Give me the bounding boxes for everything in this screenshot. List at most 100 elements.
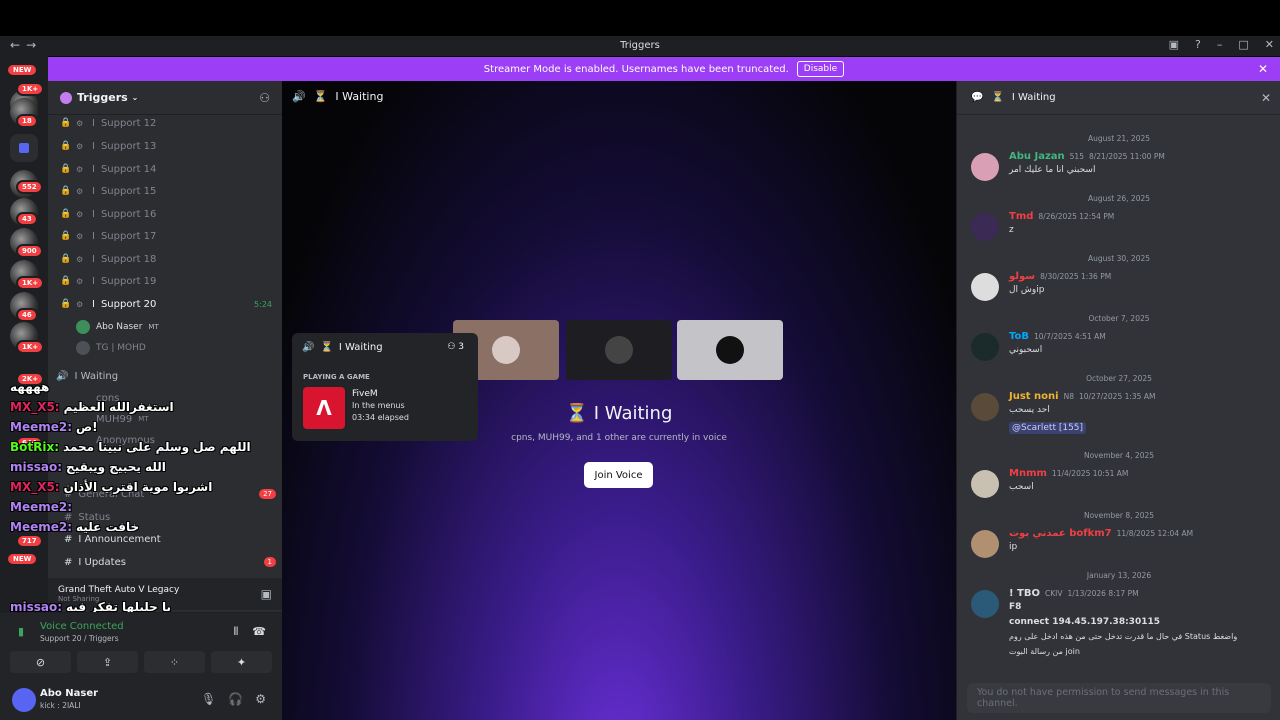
voice-user[interactable]: Abo Naser MT xyxy=(76,317,159,337)
avatar[interactable] xyxy=(971,333,999,361)
participant-tile[interactable] xyxy=(677,320,783,380)
hourglass-icon: ⏳ xyxy=(565,403,594,424)
voice-icon: 🔊 xyxy=(292,90,306,103)
soundboard-button[interactable]: ✦ xyxy=(211,651,272,673)
avatar xyxy=(76,341,90,355)
activities-button[interactable]: ⁘ xyxy=(144,651,205,673)
date-separator: October 7, 2025 xyxy=(1088,314,1150,323)
lock-icon: 🔒 xyxy=(60,141,72,151)
game-state: In the menus xyxy=(352,401,405,410)
server-badge: 43 xyxy=(16,212,38,226)
channel-icon: ⚙ xyxy=(76,276,84,286)
user-panel: Abo Naser kick : 2IALI 🎙 🎧 ⚙ xyxy=(0,682,282,720)
share-screen-button[interactable]: ⇪ xyxy=(77,651,138,673)
minimize-button[interactable]: – xyxy=(1217,38,1223,51)
server-header[interactable]: Triggers ⌄ ⚇ xyxy=(48,81,282,115)
hash-icon: # xyxy=(64,511,73,523)
close-banner-icon[interactable]: ✕ xyxy=(1258,62,1268,76)
channel-icon: ⚙ xyxy=(76,299,84,309)
avatar xyxy=(76,320,90,334)
channel-icon: ⚙ xyxy=(76,254,84,264)
chat-header: 💬 ⏳ I Waiting ✕ xyxy=(957,81,1280,115)
hash-icon: # xyxy=(64,556,73,568)
close-button[interactable]: ✕ xyxy=(1265,38,1274,51)
banner-text: Streamer Mode is enabled. Usernames have… xyxy=(483,63,789,75)
user-status: kick : 2IALI xyxy=(40,701,81,710)
voice-status[interactable]: Voice Connected xyxy=(40,621,124,632)
signal-icon: ▮ xyxy=(18,625,25,638)
channel-support-19[interactable]: 🔒 ⚙ I Support 19 xyxy=(56,271,276,291)
voice-user[interactable]: TG | MOHD xyxy=(76,338,146,358)
server-badge: 18 xyxy=(16,114,38,128)
disconnect-icon[interactable]: ☎ xyxy=(252,625,266,639)
channel-support-13[interactable]: 🔒 ⚙ I Support 13 xyxy=(56,136,276,156)
activity-label: PLAYING A GAME xyxy=(303,373,370,381)
date-separator: January 13, 2026 xyxy=(1086,571,1152,580)
screen-share-icon[interactable]: ▣ xyxy=(261,587,272,601)
avatar[interactable] xyxy=(971,590,999,618)
date-separator: August 30, 2025 xyxy=(1087,254,1151,263)
channel-support-20[interactable]: 🔒 ⚙ I Support 20 5:24 xyxy=(56,294,276,314)
avatar[interactable] xyxy=(971,213,999,241)
server-badge: 644 xyxy=(16,436,43,450)
avatar[interactable] xyxy=(971,273,999,301)
channel-icon: ⚙ xyxy=(76,231,84,241)
server-badge: 1K+ xyxy=(16,340,45,354)
hash-icon: # xyxy=(64,533,73,545)
help-icon[interactable]: ? xyxy=(1195,38,1201,51)
microphone-icon[interactable]: 🎙 xyxy=(201,692,216,706)
chat-title: I Waiting xyxy=(1011,92,1056,103)
noise-suppression-icon[interactable]: ⦀ xyxy=(233,625,238,639)
gear-icon[interactable]: ⚙ xyxy=(255,692,266,706)
avatar[interactable] xyxy=(12,688,36,712)
channel-announcement[interactable]: # I Announcement xyxy=(64,529,284,549)
channel-icon: ⚙ xyxy=(76,209,84,219)
fivem-icon: Λ xyxy=(303,387,345,429)
channel-support-14[interactable]: 🔒 ⚙ I Support 14 xyxy=(56,159,276,179)
avatar xyxy=(605,336,633,364)
username[interactable]: Abo Naser xyxy=(40,688,98,699)
server-badge: 1K+ xyxy=(16,82,45,96)
folder-icon[interactable] xyxy=(10,134,38,162)
channel-support-16[interactable]: 🔒 ⚙ I Support 16 xyxy=(56,204,276,224)
voice-timer: 5:24 xyxy=(254,299,272,309)
voice-location[interactable]: Support 20 / Triggers xyxy=(40,634,119,643)
unread-badge: 1 xyxy=(263,557,276,567)
channel-updates[interactable]: # I Updates 1 xyxy=(64,552,284,572)
close-icon[interactable]: ✕ xyxy=(1261,91,1271,105)
voice-connection-panel: ▮ Voice Connected Support 20 / Triggers … xyxy=(0,612,282,682)
lock-icon: 🔒 xyxy=(60,164,72,174)
channel-support-12[interactable]: 🔒 ⚙ I Support 12 xyxy=(56,113,276,133)
avatar xyxy=(716,336,744,364)
avatar[interactable] xyxy=(971,470,999,498)
avatar[interactable] xyxy=(971,153,999,181)
channel-i-waiting[interactable]: 🔊 I Waiting xyxy=(56,366,276,386)
camera-button[interactable]: ⊘ xyxy=(10,651,71,673)
lock-icon: 🔒 xyxy=(60,231,72,241)
channel-header: 🔊 ⏳ I Waiting xyxy=(292,90,383,103)
join-voice-button[interactable]: Join Voice xyxy=(584,462,653,488)
hourglass-icon: ⏳ xyxy=(991,92,1004,103)
voice-controls: ⦀ ☎ xyxy=(233,625,266,639)
lock-icon: 🔒 xyxy=(60,299,72,309)
channel-support-18[interactable]: 🔒 ⚙ I Support 18 xyxy=(56,249,276,269)
disable-button[interactable]: Disable xyxy=(796,61,845,77)
lock-icon: 🔒 xyxy=(60,254,72,264)
channel-general-chat[interactable]: # General Chat 27 xyxy=(64,484,284,504)
date-separator: October 27, 2025 xyxy=(1086,374,1152,383)
channel-icon: ⚙ xyxy=(76,141,84,151)
channel-support-15[interactable]: 🔒 ⚙ I Support 15 xyxy=(56,181,276,201)
server-icon xyxy=(60,91,72,104)
avatar[interactable] xyxy=(971,393,999,421)
avatar[interactable] xyxy=(971,530,999,558)
participant-tile[interactable] xyxy=(566,320,672,380)
maximize-button[interactable]: □ xyxy=(1238,38,1248,51)
headphones-icon[interactable]: 🎧 xyxy=(228,692,243,706)
mention[interactable]: @Scarlett [155] xyxy=(1009,422,1087,434)
new-badge: NEW xyxy=(8,554,37,564)
window-controls: ▣ ? – □ ✕ xyxy=(1169,38,1274,51)
channel-status[interactable]: # Status xyxy=(64,507,284,527)
channel-support-17[interactable]: 🔒 ⚙ I Support 17 xyxy=(56,226,276,246)
screen-share-icon[interactable]: ▣ xyxy=(1169,38,1179,51)
invite-icon[interactable]: ⚇ xyxy=(259,91,270,105)
